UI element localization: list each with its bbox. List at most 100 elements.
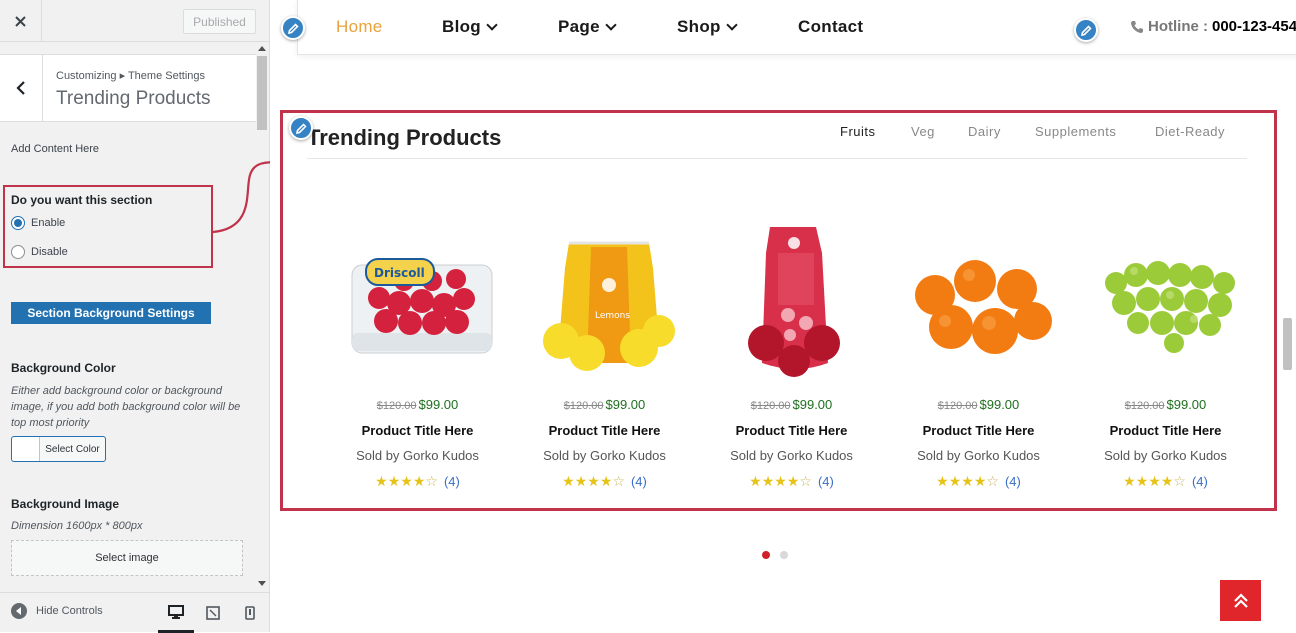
double-chevron-up-icon	[1233, 592, 1248, 608]
tab-supplements[interactable]: Supplements	[1035, 124, 1116, 139]
mobile-preview-button[interactable]	[232, 593, 268, 633]
panel-title: Trending Products	[56, 88, 211, 109]
scroll-down-arrow-icon[interactable]	[258, 581, 266, 586]
tab-dairy[interactable]: Dairy	[968, 124, 1001, 139]
background-image-heading: Background Image	[11, 497, 120, 511]
main-navigation: Home Blog Page Shop Contact Hotline : 00…	[297, 0, 1296, 55]
sale-price: $99.00	[1166, 397, 1207, 412]
old-price: $120.00	[376, 400, 417, 412]
scroll-to-top-button[interactable]	[1220, 580, 1261, 621]
product-title[interactable]: Product Title Here	[885, 423, 1072, 438]
price: $120.00 $99.00	[698, 397, 885, 412]
grapes-image	[1105, 261, 1235, 353]
disable-radio[interactable]	[11, 245, 25, 259]
star-rating-icon: ★★★★☆	[1123, 473, 1186, 489]
chevron-down-icon	[605, 18, 617, 31]
panel-header: Customizing ▸ Theme Settings Trending Pr…	[0, 54, 256, 122]
lemons-image: Lemons	[543, 241, 675, 371]
preview-scrollbar-thumb[interactable]	[1283, 318, 1292, 370]
review-count[interactable]: (4)	[1192, 474, 1208, 489]
color-swatch	[12, 437, 40, 461]
nav-home[interactable]: Home	[336, 17, 383, 37]
chevron-left-icon	[16, 81, 25, 95]
old-price: $120.00	[563, 400, 604, 412]
nav-contact[interactable]: Contact	[798, 17, 863, 37]
old-price: $120.00	[750, 400, 791, 412]
disable-radio-option[interactable]: Disable	[11, 245, 68, 259]
sale-price: $99.00	[418, 397, 459, 412]
rating: ★★★★☆ (4)	[511, 473, 698, 490]
tablet-preview-button[interactable]	[195, 593, 231, 633]
review-count[interactable]: (4)	[818, 474, 834, 489]
enable-radio[interactable]	[11, 216, 25, 230]
carousel-dot-active[interactable]	[762, 551, 770, 559]
tab-diet-ready[interactable]: Diet-Ready	[1155, 124, 1225, 139]
product-card[interactable]: Lemons $120.00 $99.00 Product Title Here …	[511, 217, 698, 507]
sidebar-scrollbar-thumb[interactable]	[257, 56, 267, 130]
edit-hotline-shortcut[interactable]	[1074, 18, 1098, 42]
pencil-icon	[287, 22, 299, 34]
star-rating-icon: ★★★★☆	[375, 473, 438, 489]
hotline: Hotline : 000-123-454	[1130, 18, 1296, 35]
review-count[interactable]: (4)	[444, 474, 460, 489]
tab-fruits[interactable]: Fruits	[840, 124, 876, 139]
hide-controls-label: Hide Controls	[36, 605, 103, 617]
product-card[interactable]: $120.00 $99.00 Product Title Here Sold by…	[885, 217, 1072, 507]
pencil-icon	[295, 122, 307, 134]
raspberries-image: Driscoll	[351, 258, 493, 354]
hotline-number: 000-123-454	[1212, 18, 1296, 35]
sale-price: $99.00	[605, 397, 646, 412]
review-count[interactable]: (4)	[1005, 474, 1021, 489]
nav-blog[interactable]: Blog	[442, 17, 498, 37]
title-divider	[307, 158, 1247, 159]
back-button[interactable]	[0, 55, 43, 121]
hotline-label: Hotline :	[1148, 18, 1208, 35]
collapse-icon	[11, 603, 27, 619]
select-color-button[interactable]: Select Color	[11, 436, 106, 462]
desktop-preview-button[interactable]	[158, 593, 194, 633]
nav-home-label: Home	[336, 17, 383, 36]
product-card[interactable]: $120.00 $99.00 Product Title Here Sold by…	[698, 217, 885, 507]
carousel-dot[interactable]	[780, 551, 788, 559]
select-color-label: Select Color	[45, 443, 100, 455]
product-card[interactable]: Driscoll $120.00 $99.00 Product Title Her…	[324, 217, 511, 507]
pencil-icon	[1080, 24, 1092, 36]
chevron-down-icon	[486, 18, 498, 31]
rating: ★★★★☆ (4)	[885, 473, 1072, 490]
scroll-up-arrow-icon[interactable]	[258, 46, 266, 51]
rating: ★★★★☆ (4)	[324, 473, 511, 490]
price: $120.00 $99.00	[324, 397, 511, 412]
star-rating-icon: ★★★★☆	[749, 473, 812, 489]
product-title[interactable]: Product Title Here	[1072, 423, 1259, 438]
review-count[interactable]: (4)	[631, 474, 647, 489]
nav-page[interactable]: Page	[558, 17, 617, 37]
close-customizer-button[interactable]	[0, 0, 42, 42]
breadcrumb: Customizing ▸ Theme Settings	[56, 70, 205, 82]
rating: ★★★★☆ (4)	[698, 473, 885, 490]
site-preview: Home Blog Page Shop Contact Hotline : 00…	[270, 0, 1296, 632]
star-rating-icon: ★★★★☆	[562, 473, 625, 489]
customizer-footer: Hide Controls	[0, 592, 269, 633]
nav-contact-label: Contact	[798, 17, 864, 36]
star-rating-icon: ★★★★☆	[936, 473, 999, 489]
disable-label: Disable	[31, 246, 68, 258]
product-title[interactable]: Product Title Here	[698, 423, 885, 438]
nav-shop[interactable]: Shop	[677, 17, 738, 37]
product-card[interactable]: $120.00 $99.00 Product Title Here Sold by…	[1072, 217, 1259, 507]
product-title[interactable]: Product Title Here	[511, 423, 698, 438]
seller: Sold by Gorko Kudos	[543, 448, 666, 463]
hide-controls-button[interactable]: Hide Controls	[11, 603, 103, 619]
sale-price: $99.00	[979, 397, 1020, 412]
tab-veg[interactable]: Veg	[911, 124, 935, 139]
edit-menu-shortcut[interactable]	[281, 16, 305, 40]
nav-shop-label: Shop	[677, 17, 721, 36]
section-title: Trending Products	[307, 125, 502, 150]
apples-image	[748, 227, 840, 377]
product-title[interactable]: Product Title Here	[324, 423, 511, 438]
section-question-label: Do you want this section	[11, 193, 153, 207]
published-button[interactable]: Published	[183, 9, 256, 34]
edit-section-shortcut[interactable]	[289, 116, 313, 140]
enable-radio-option[interactable]: Enable	[11, 216, 65, 230]
select-image-button[interactable]: Select image	[11, 540, 243, 576]
section-background-settings-heading: Section Background Settings	[11, 302, 211, 324]
